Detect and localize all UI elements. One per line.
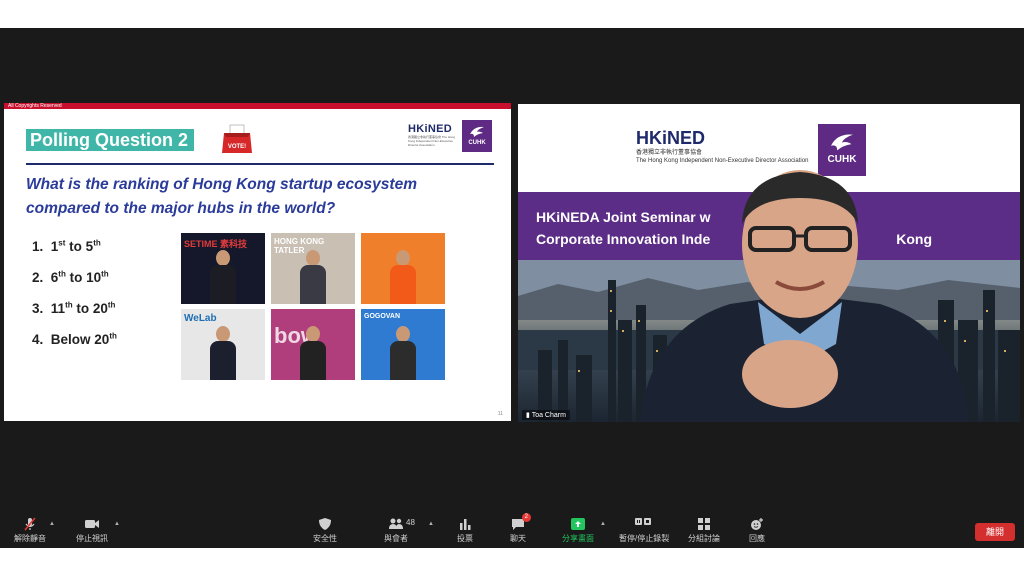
startup-photo: HONG KONG TATLER (271, 233, 355, 304)
speaker-video-tile[interactable]: HKiNED 香港獨立非執行董事協會 The Hong Kong Indepen… (518, 104, 1020, 422)
smiley-plus-icon (751, 518, 763, 530)
reactions-label: 回應 (749, 534, 765, 543)
poll-options: 1. 1st to 5th 2. 6th to 10th 3. 11th to … (32, 231, 117, 355)
share-screen-label: 分享畫面 (562, 534, 594, 543)
ballot-box-icon: VOTE! (222, 124, 252, 153)
chat-button[interactable]: 2 聊天 (494, 513, 542, 544)
poll-option: 2. 6th to 10th (32, 269, 109, 285)
reactions-button[interactable]: 回應 (733, 517, 781, 544)
polls-button[interactable]: 投票 (441, 517, 489, 544)
poll-question: What is the ranking of Hong Kong startup… (26, 176, 417, 217)
slide-copyright: All Copyrights Reserved (8, 103, 62, 109)
participants-count: 48 (406, 518, 415, 527)
chat-badge: 2 (521, 513, 531, 522)
signal-bars-icon: ▮ (526, 412, 530, 419)
meeting-toolbar: 解除靜音 ▲ 停止視訊 ▲ 安全性 與會者 48 ▲ 投票 2 聊天 分享畫面 … (0, 509, 1024, 548)
speaker-name-label: ▮ Toa Charm (522, 410, 570, 420)
cuhk-logo-text: CUHK (468, 140, 486, 146)
video-camera-icon (85, 520, 99, 528)
speaker-person (640, 170, 970, 422)
startup-photo: SETIME 素科技 (181, 233, 265, 304)
pause-stop-recording-button[interactable]: 暫停/停止錄製 (619, 517, 670, 544)
chat-icon: 2 (510, 513, 531, 531)
pause-recording-label: 暫停/停止錄製 (619, 534, 670, 543)
hkined-logo-text: HKiNED (408, 123, 452, 135)
hkined-logo-text: HKiNED (636, 128, 706, 148)
chevron-up-icon[interactable]: ▲ (114, 521, 120, 527)
poll-option: 3. 11th to 20th (32, 300, 116, 316)
chevron-up-icon[interactable]: ▲ (428, 521, 434, 527)
vote-label: VOTE! (228, 144, 246, 150)
chat-label: 聊天 (510, 534, 526, 543)
security-label: 安全性 (313, 534, 337, 543)
pause-stop-icon (635, 518, 651, 525)
security-button[interactable]: 安全性 (301, 517, 349, 544)
muted-mic-icon (24, 517, 36, 531)
hkined-logo-subtext: 香港獨立非執行董事協會 The Hong Kong Independent No… (408, 135, 456, 147)
stop-video-button[interactable]: 停止視訊 (68, 517, 116, 544)
leave-button[interactable]: 離開 (975, 523, 1015, 541)
hkined-logo: HKiNED 香港獨立非執行董事協會 The Hong Kong Indepen… (408, 123, 460, 149)
breakout-rooms-button[interactable]: 分組討論 (680, 517, 728, 544)
slide-top-bar (4, 103, 511, 109)
chevron-up-icon[interactable]: ▲ (600, 521, 606, 527)
startup-photo: bow (271, 309, 355, 380)
startup-photo: GOGOVAN (361, 309, 445, 380)
speaker-name-text: Toa Charm (531, 412, 566, 419)
bar-chart-icon (460, 519, 471, 530)
participants-icon (389, 518, 403, 529)
participants-label: 與會者 (384, 534, 408, 543)
grid-icon (698, 518, 710, 530)
unmute-button[interactable]: 解除靜音 (6, 517, 54, 544)
cuhk-logo: CUHK (462, 120, 492, 152)
stop-video-label: 停止視訊 (76, 534, 108, 543)
phoenix-icon (831, 134, 853, 151)
unmute-label: 解除靜音 (14, 534, 46, 543)
title-divider (26, 163, 494, 165)
slide-page-number: 11 (497, 411, 503, 417)
share-screen-button[interactable]: 分享畫面 (554, 517, 602, 544)
poll-option: 4. Below 20th (32, 331, 117, 347)
startup-photo (361, 233, 445, 304)
startup-photo-grid: SETIME 素科技 HONG KONG TATLER WeLab bow GO… (181, 233, 445, 381)
phoenix-icon (470, 126, 484, 137)
poll-title: Polling Question 2 (26, 129, 194, 151)
share-screen-icon (571, 518, 585, 530)
poll-option: 1. 1st to 5th (32, 238, 101, 254)
polls-label: 投票 (457, 534, 473, 543)
startup-photo: WeLab (181, 309, 265, 380)
shield-icon (319, 518, 331, 530)
breakout-rooms-label: 分組討論 (688, 534, 720, 543)
shared-screen-slide: All Copyrights Reserved Polling Question… (4, 103, 511, 421)
chevron-up-icon[interactable]: ▲ (49, 521, 55, 527)
